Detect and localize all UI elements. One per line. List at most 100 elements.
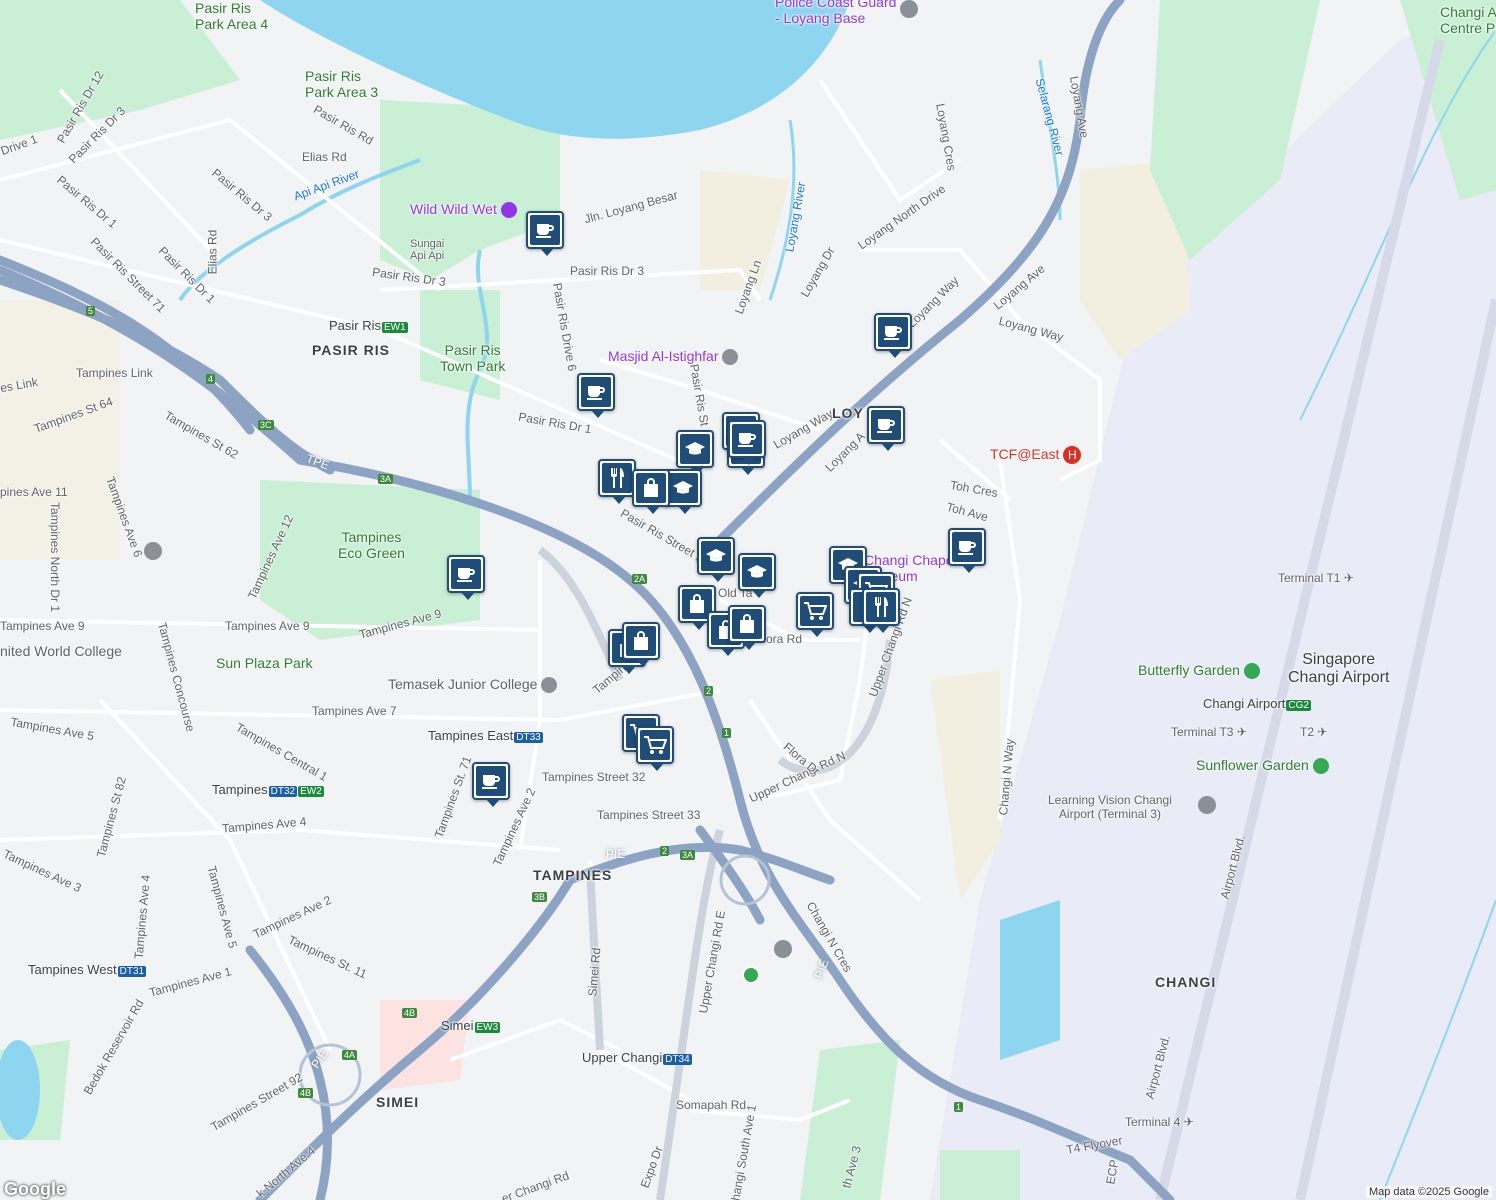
road-tampines-ave-9-b: Tampines Ave 9 (225, 619, 310, 633)
label-terminal-4[interactable]: Terminal 4 ✈ (1125, 1115, 1194, 1129)
attraction-icon (500, 202, 517, 219)
road-tampines-ave-11: pines Ave 11 (0, 485, 68, 499)
cafe-marker[interactable] (948, 528, 986, 573)
graduation-cap-icon (701, 541, 731, 571)
restaurant-marker[interactable] (862, 588, 900, 633)
route-marker: 2 (704, 686, 714, 696)
label-terminal-t2[interactable]: T2 ✈ (1300, 725, 1327, 739)
graduation-cap-icon (680, 434, 710, 464)
station-pasir-ris[interactable]: Pasir Ris EW1 (329, 318, 408, 333)
station-changi-airport[interactable]: Changi Airport CG2 (1203, 696, 1311, 711)
mosque-icon (722, 349, 739, 366)
airport-icon: ✈ (1317, 725, 1328, 739)
park-sunflower-garden: Sunflower Garden (1196, 757, 1329, 775)
road-pie-a: PIE (606, 847, 626, 861)
shop-marker[interactable] (622, 622, 660, 667)
coffee-cup-icon (451, 559, 481, 589)
route-marker: 1 (722, 728, 732, 738)
school-marker[interactable] (676, 430, 714, 475)
airport-icon: ✈ (1183, 1115, 1194, 1129)
shop-marker[interactable] (728, 605, 766, 650)
garden-icon (1312, 758, 1329, 775)
route-marker: 3B (532, 892, 548, 902)
school-icon[interactable] (774, 940, 792, 958)
park-tampines-eco-green: Tampines Eco Green (338, 529, 405, 561)
school-icon[interactable] (1198, 796, 1216, 814)
route-marker: 4 (206, 374, 216, 384)
school-marker[interactable] (697, 537, 735, 582)
route-marker: 3A (378, 474, 394, 484)
grocery-marker[interactable] (636, 726, 674, 771)
airport-icon: ✈ (1236, 725, 1247, 739)
road-tampines-street-32: Tampines Street 32 (542, 770, 646, 784)
shopping-bag-icon (636, 473, 666, 503)
garden-icon (1243, 663, 1260, 680)
poi-wild-wild-wet[interactable]: Wild Wild Wet (410, 201, 517, 219)
area-loyang: LOY (832, 405, 864, 421)
school-marker[interactable] (738, 553, 776, 598)
shop-marker[interactable] (632, 469, 670, 514)
cafe-marker[interactable] (867, 406, 905, 451)
map-canvas[interactable]: Pasir Ris Park Area 4 Pasir Ris Park Are… (0, 0, 1496, 1200)
shopping-bag-icon (732, 609, 762, 639)
route-marker: 4B (298, 1088, 314, 1098)
fork-knife-icon (602, 463, 632, 493)
poi-learning-vision[interactable]: Learning Vision Changi Airport (Terminal… (1048, 793, 1172, 821)
label-terminal-t1[interactable]: Terminal T1 ✈ (1278, 571, 1354, 585)
route-marker: 1 (954, 1102, 964, 1112)
graduation-cap-icon (742, 557, 772, 587)
park-pasir-ris-area-4: Pasir Ris Park Area 4 (195, 0, 269, 32)
route-marker: 3A (680, 850, 696, 860)
road-tampines-ave-7: Tampines Ave 7 (312, 704, 397, 718)
building-icon[interactable] (900, 0, 918, 18)
station-upper-changi[interactable]: Upper Changi DT34 (582, 1050, 692, 1065)
park-sun-plaza-park: Sun Plaza Park (216, 655, 313, 671)
map-attribution: Map data ©2025 Google (1365, 1186, 1492, 1198)
shopping-cart-icon (800, 596, 830, 626)
park-pin-icon[interactable] (742, 966, 760, 984)
road-somapah-rd: Somapah Rd (676, 1098, 747, 1112)
restaurant-marker[interactable] (598, 459, 636, 504)
poi-masjid[interactable]: Masjid Al-Istighfar (608, 348, 739, 366)
cafe-marker[interactable] (577, 373, 615, 418)
station-tampines-west[interactable]: Tampines West DT31 (28, 962, 147, 977)
park-pasir-ris-town-park: Pasir Ris Town Park (440, 342, 506, 374)
label-singapore-changi-airport[interactable]: Singapore Changi Airport (1288, 651, 1389, 687)
route-marker: 2 (660, 846, 670, 856)
hospital-icon: H (1063, 446, 1082, 465)
google-logo: Google (4, 1179, 66, 1199)
school-icon (541, 677, 558, 694)
cafe-marker[interactable] (728, 420, 766, 465)
grocery-marker[interactable] (796, 592, 834, 637)
park-pasir-ris-area-3: Pasir Ris Park Area 3 (305, 68, 379, 100)
station-tampines[interactable]: Tampines DT32 EW2 (212, 782, 324, 797)
route-marker: 2A (632, 574, 648, 584)
poi-temasek-jc[interactable]: Temasek Junior College (388, 676, 558, 694)
cafe-marker[interactable] (874, 313, 912, 358)
school-icon[interactable] (144, 542, 162, 560)
cafe-marker[interactable] (526, 211, 564, 256)
coffee-cup-icon (732, 424, 762, 454)
shopping-bag-icon (626, 626, 656, 656)
cafe-marker[interactable] (447, 555, 485, 600)
poi-police-coast-guard[interactable]: Police Coast Guard - Loyang Base (775, 0, 896, 26)
road-tampines-link: Tampines Link (76, 366, 153, 380)
road-pasir-ris-dr-3-b: Pasir Ris Dr 3 (570, 264, 645, 278)
coffee-cup-icon (530, 215, 560, 245)
road-tampines-north-dr-1: Tampines North Dr 1 (48, 501, 63, 613)
route-marker: 4A (342, 1050, 358, 1060)
poi-tcf-east[interactable]: TCF@East H (990, 446, 1082, 465)
park-changi-airport-centre: Changi A Centre Pa (1440, 4, 1496, 36)
cafe-marker[interactable] (472, 762, 510, 807)
station-simei[interactable]: Simei EW3 (441, 1018, 501, 1033)
area-changi: CHANGI (1155, 974, 1217, 990)
road-tampines-ave-9-a: Tampines Ave 9 (0, 619, 85, 633)
area-simei: SIMEI (376, 1094, 420, 1110)
park-butterfly-garden: Butterfly Garden (1138, 662, 1260, 680)
label-united-world-college: nited World College (0, 643, 122, 659)
label-terminal-t3[interactable]: Terminal T3 ✈ (1171, 725, 1247, 739)
graduation-cap-icon (668, 473, 698, 503)
road-elias-rd-vertical: Elias Rd (205, 229, 220, 275)
road-elias-rd: Elias Rd (302, 150, 347, 164)
station-tampines-east[interactable]: Tampines East DT33 (428, 728, 543, 743)
